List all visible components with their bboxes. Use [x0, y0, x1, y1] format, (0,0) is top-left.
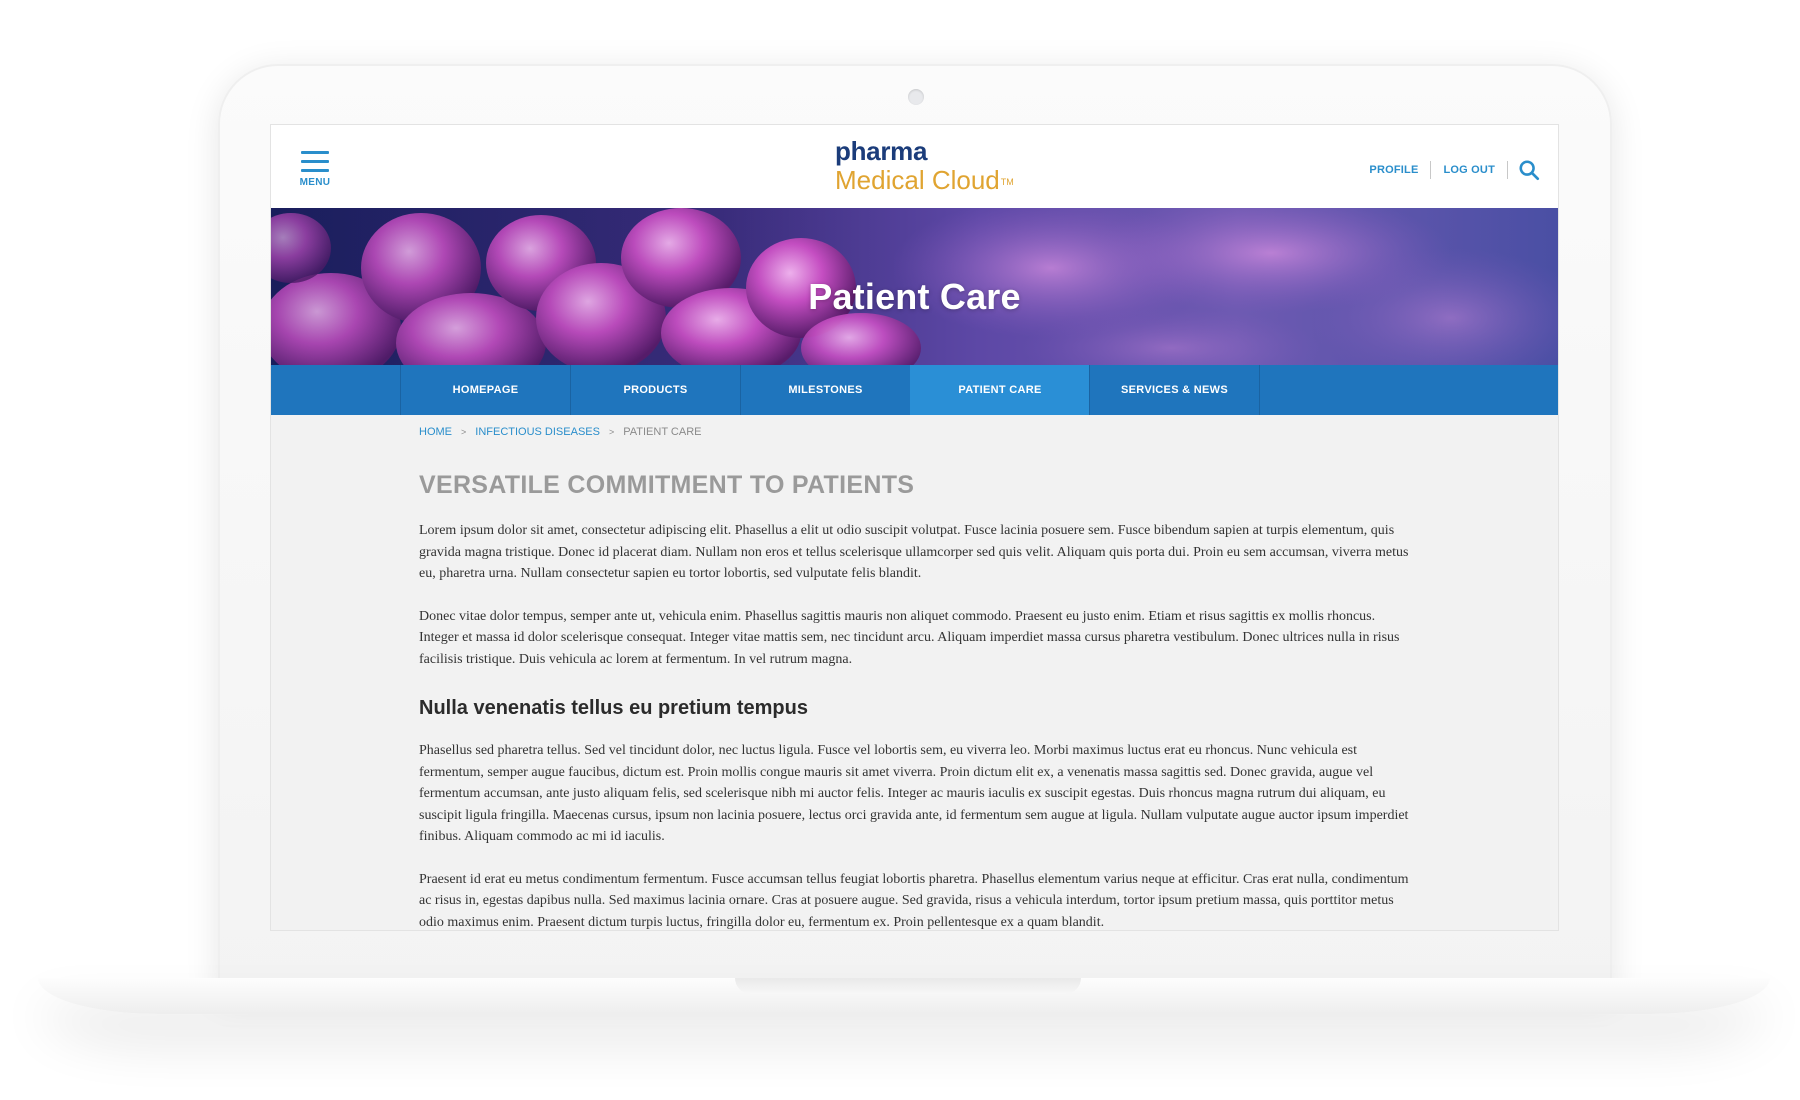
logo-line2: Medical CloudTM [835, 165, 1014, 195]
logo-line2-text: Medical Cloud [835, 165, 1000, 195]
webcam [908, 89, 924, 105]
hero-title: Patient Care [808, 276, 1021, 317]
breadcrumb-separator: > [608, 427, 615, 437]
main-content: HOME > INFECTIOUS DISEASES > PATIENT CAR… [419, 424, 1419, 930]
laptop-screen: MENU pharma Medical CloudTM PROFILE LOG … [270, 124, 1559, 931]
search-icon[interactable] [1518, 159, 1540, 181]
breadcrumb-current: PATIENT CARE [623, 426, 702, 438]
nav-item-services-news[interactable]: SERVICES & NEWS [1089, 365, 1259, 415]
page-title: VERSATILE COMMITMENT TO PATIENTS [419, 471, 915, 499]
article-paragraph: Phasellus sed pharetra tellus. Sed vel t… [419, 743, 1409, 844]
header-divider [1507, 161, 1508, 179]
breadcrumb-home[interactable]: HOME [419, 426, 452, 438]
menu-button[interactable]: MENU [295, 151, 335, 188]
breadcrumb: HOME > INFECTIOUS DISEASES > PATIENT CAR… [419, 424, 1419, 440]
nav-item-products[interactable]: PRODUCTS [570, 365, 740, 415]
nav-item-homepage[interactable]: HOMEPAGE [400, 365, 570, 415]
logo-trademark: TM [1000, 177, 1014, 187]
profile-link[interactable]: PROFILE [1357, 164, 1430, 176]
breadcrumb-infectious-diseases[interactable]: INFECTIOUS DISEASES [475, 426, 600, 438]
logout-link[interactable]: LOG OUT [1431, 164, 1507, 176]
section-heading: Nulla venenatis tellus eu pretium tempus [419, 697, 808, 719]
hero-banner: Patient Care [271, 208, 1558, 365]
breadcrumb-separator: > [461, 427, 467, 437]
laptop-notch [735, 978, 1081, 994]
article-paragraph: Praesent id erat eu metus condimentum fe… [419, 871, 1409, 930]
site-header: MENU pharma Medical CloudTM PROFILE LOG … [271, 125, 1558, 208]
site-logo[interactable]: pharma Medical CloudTM [835, 137, 1014, 195]
article-paragraph: Lorem ipsum dolor sit amet, consectetur … [419, 523, 1409, 581]
nav-item-milestones[interactable]: MILESTONES [740, 365, 910, 415]
menu-label: MENU [299, 177, 331, 188]
logo-line1: pharma [835, 136, 928, 166]
hamburger-menu-icon [301, 151, 329, 172]
nav-item-patient-care[interactable]: PATIENT CARE [910, 365, 1089, 415]
main-navigation: HOMEPAGE PRODUCTS MILESTONES PATIENT CAR… [271, 365, 1558, 415]
article-paragraph: Donec vitae dolor tempus, semper ante ut… [419, 608, 1400, 667]
header-links: PROFILE LOG OUT [1357, 159, 1540, 181]
nav-divider-end [1259, 365, 1260, 415]
